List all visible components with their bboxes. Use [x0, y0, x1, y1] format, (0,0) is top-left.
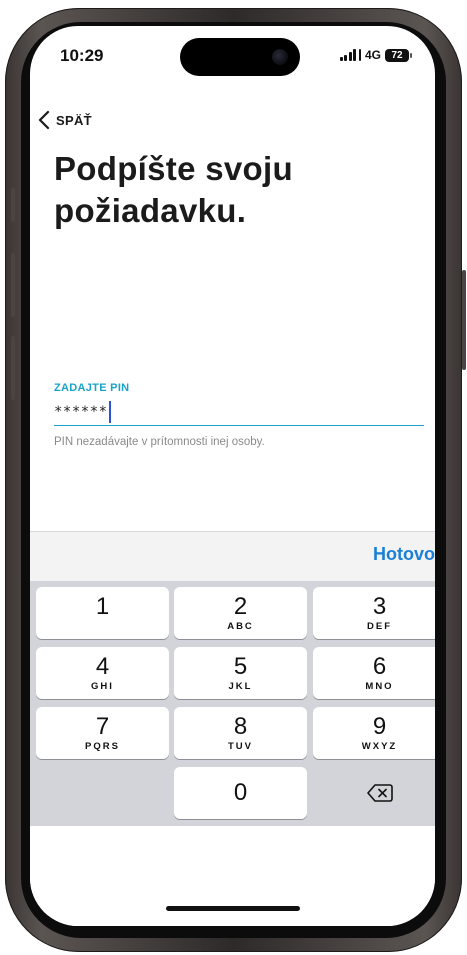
- text-caret: [108, 400, 111, 423]
- key-letters: TUV: [228, 740, 253, 752]
- pin-hint: PIN nezadávajte v prítomnosti inej osoby…: [54, 436, 265, 448]
- key-digit: 4: [95, 652, 110, 680]
- pin-input[interactable]: ******: [54, 398, 424, 426]
- volume-down-button: [11, 336, 15, 400]
- key-digit: 6: [372, 652, 387, 680]
- back-button[interactable]: SPÄŤ: [38, 108, 92, 132]
- network-type: 4G: [364, 48, 381, 62]
- battery-icon: 72: [385, 48, 412, 62]
- keyboard-bottom-area: [30, 826, 435, 926]
- key-0[interactable]: 0: [174, 767, 307, 819]
- key-9[interactable]: 9 WXYZ: [313, 707, 435, 759]
- silent-switch: [11, 188, 15, 222]
- backspace-button[interactable]: [313, 767, 435, 819]
- key-digit: 5: [233, 652, 248, 680]
- numeric-keypad: 1 2 ABC 3 DEF 4 GHI 5 JKL 6 MNO 7 PQRS 8…: [30, 581, 435, 826]
- key-3[interactable]: 3 DEF: [313, 587, 435, 639]
- pin-label: ZADAJTE PIN: [54, 382, 130, 394]
- done-button[interactable]: Hotovo: [373, 544, 435, 565]
- key-digit: 9: [372, 712, 387, 740]
- key-6[interactable]: 6 MNO: [313, 647, 435, 699]
- signal-icon: [339, 49, 361, 61]
- back-label: SPÄŤ: [56, 112, 92, 128]
- status-indicators: 4G 72: [339, 48, 412, 62]
- volume-up-button: [11, 253, 15, 317]
- chevron-left-icon: [38, 110, 50, 130]
- key-letters: JKL: [228, 680, 253, 692]
- key-letters: MNO: [365, 680, 394, 692]
- key-letters: ABC: [227, 620, 254, 632]
- key-digit: 0: [233, 779, 248, 806]
- key-letters: PQRS: [85, 740, 120, 752]
- camera-icon: [272, 49, 288, 65]
- key-4[interactable]: 4 GHI: [36, 647, 169, 699]
- key-letters: WXYZ: [361, 740, 398, 752]
- key-5[interactable]: 5 JKL: [174, 647, 307, 699]
- key-7[interactable]: 7 PQRS: [36, 707, 169, 759]
- key-digit: 7: [95, 712, 110, 740]
- page-title: Podpíšte svoju požiadavku.: [54, 150, 293, 229]
- screen: 10:29 4G 72 SPÄŤ Podpíšte svoju požiadav…: [30, 26, 435, 926]
- key-1[interactable]: 1: [36, 587, 169, 639]
- key-digit: 2: [233, 592, 248, 620]
- key-letters: GHI: [91, 680, 114, 692]
- power-button: [462, 270, 466, 370]
- key-8[interactable]: 8 TUV: [174, 707, 307, 759]
- home-indicator: [166, 906, 300, 911]
- status-time: 10:29: [60, 46, 104, 65]
- key-2[interactable]: 2 ABC: [174, 587, 307, 639]
- battery-level: 72: [391, 49, 403, 61]
- dynamic-island: [180, 38, 300, 76]
- key-digit: 8: [233, 712, 248, 740]
- key-letters: DEF: [367, 620, 392, 632]
- keyboard-accessory-bar: Hotovo: [30, 531, 435, 581]
- backspace-icon: [366, 784, 393, 802]
- key-digit: 3: [372, 592, 387, 620]
- pin-value: ******: [54, 403, 108, 420]
- key-digit: 1: [95, 593, 110, 620]
